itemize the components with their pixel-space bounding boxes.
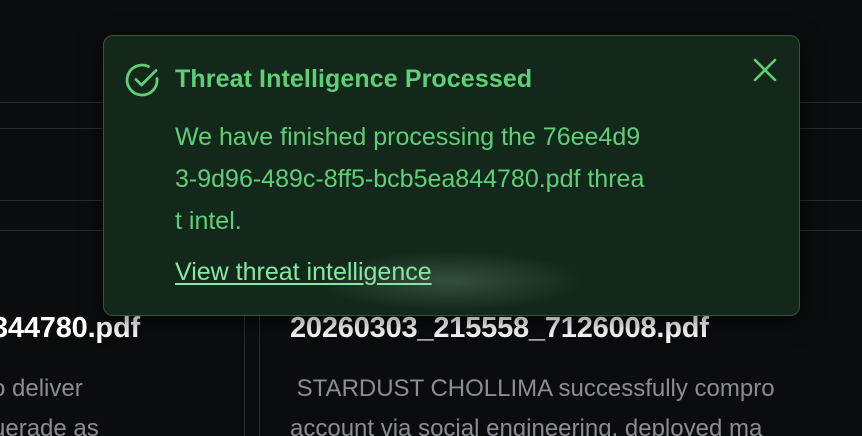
- threat-intel-page: 344780.pdf o deliver uerade as 20260303_…: [0, 0, 862, 436]
- card-snippet-line: account via social engineering, deployed…: [290, 415, 763, 436]
- card-snippet: o deliver uerade as: [0, 369, 140, 436]
- card-file-name: 344780.pdf: [0, 312, 140, 344]
- column-divider: [259, 300, 260, 436]
- card-snippet-line: o deliver: [0, 375, 83, 402]
- intel-card[interactable]: 344780.pdf o deliver uerade as: [0, 312, 140, 436]
- card-file-name: 20260303_215558_7126008.pdf: [290, 312, 709, 344]
- toast-title: Threat Intelligence Processed: [175, 65, 533, 93]
- close-icon[interactable]: [751, 56, 779, 84]
- toast-message: We have finished processing the 76ee4d93…: [175, 123, 645, 235]
- card-snippet-line: STARDUST CHOLLIMA successfully compro: [290, 375, 775, 402]
- view-threat-intel-link[interactable]: View threat intelligence: [175, 258, 432, 287]
- column-divider: [244, 300, 245, 436]
- card-snippet-line: uerade as: [0, 415, 99, 436]
- card-snippet: STARDUST CHOLLIMA successfully compro ac…: [290, 369, 775, 436]
- check-circle-icon: [124, 61, 162, 99]
- intel-card[interactable]: 20260303_215558_7126008.pdf STARDUST CHO…: [290, 312, 775, 436]
- success-toast: Threat Intelligence Processed We have fi…: [103, 35, 800, 316]
